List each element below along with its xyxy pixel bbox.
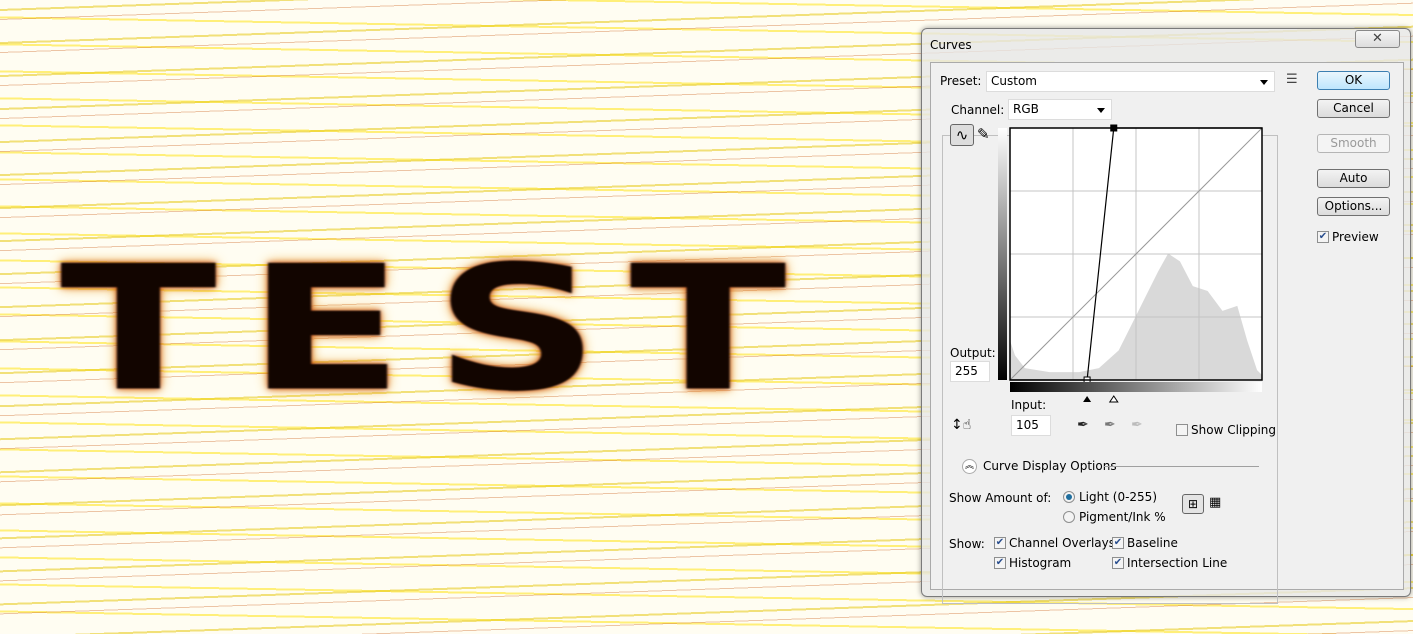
input-gradient-bar xyxy=(1010,382,1262,392)
black-point-slider[interactable] xyxy=(1083,396,1092,402)
white-point-slider[interactable] xyxy=(1108,395,1119,403)
output-gradient-bar xyxy=(998,128,1007,380)
curves-graph[interactable] xyxy=(0,0,1413,634)
